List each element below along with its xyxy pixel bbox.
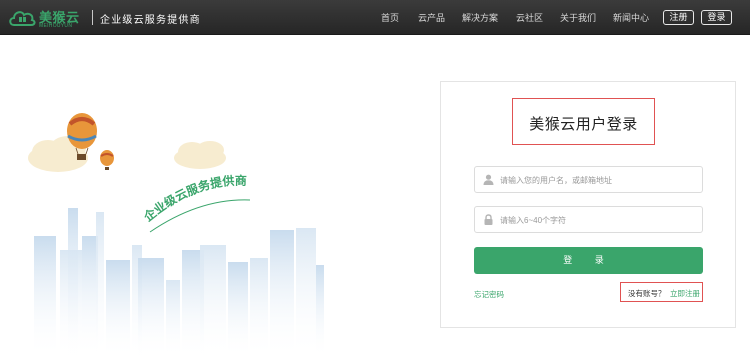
no-account-text: 没有账号？: [628, 289, 666, 298]
brand-logo[interactable]: 美猴云 MEIHOUYUN: [8, 6, 90, 30]
logo-subtext: MEIHOUYUN: [39, 23, 73, 29]
lock-icon: [484, 214, 493, 225]
header-register-button[interactable]: 注册: [663, 10, 694, 25]
forgot-password-link[interactable]: 忘记密码: [474, 289, 504, 300]
register-prompt-highlight: 没有账号？ 立即注册: [620, 282, 703, 302]
header-login-button[interactable]: 登录: [701, 10, 732, 25]
login-page: 美猴云 MEIHOUYUN 企业级云服务提供商 首页 云产品 解决方案 云社区 …: [0, 0, 750, 359]
top-navigation-bar: 美猴云 MEIHOUYUN 企业级云服务提供商 首页 云产品 解决方案 云社区 …: [0, 0, 750, 35]
nav-item-about[interactable]: 关于我们: [560, 11, 596, 24]
illustration-slogan: 企业级云服务提供商: [140, 173, 247, 225]
nav-item-products[interactable]: 云产品: [418, 11, 445, 24]
city-illustration: 企业级云服务提供商: [28, 113, 324, 359]
cloud-shape: [174, 141, 226, 169]
user-icon: [483, 174, 494, 185]
nav-item-solutions[interactable]: 解决方案: [462, 11, 498, 24]
register-now-link[interactable]: 立即注册: [670, 288, 700, 299]
login-card: 美猴云用户登录 登 录 忘记密码 没有账号？ 立即注册: [440, 81, 736, 328]
username-field[interactable]: [474, 166, 703, 193]
username-input[interactable]: [500, 171, 698, 189]
nav-item-community[interactable]: 云社区: [516, 11, 543, 24]
login-title: 美猴云用户登录: [529, 116, 638, 133]
login-submit-button[interactable]: 登 录: [474, 247, 703, 274]
header-slogan: 企业级云服务提供商: [100, 15, 201, 26]
nav-item-home[interactable]: 首页: [381, 11, 399, 24]
login-title-highlight: 美猴云用户登录: [512, 98, 655, 145]
header-divider: [92, 10, 93, 25]
password-field[interactable]: [474, 206, 703, 233]
city-skyline: [34, 208, 324, 359]
password-input[interactable]: [500, 211, 698, 229]
nav-item-news[interactable]: 新闻中心: [613, 11, 649, 24]
cloud-logo-icon: [9, 11, 36, 26]
hot-air-balloon-icon: [100, 150, 114, 170]
